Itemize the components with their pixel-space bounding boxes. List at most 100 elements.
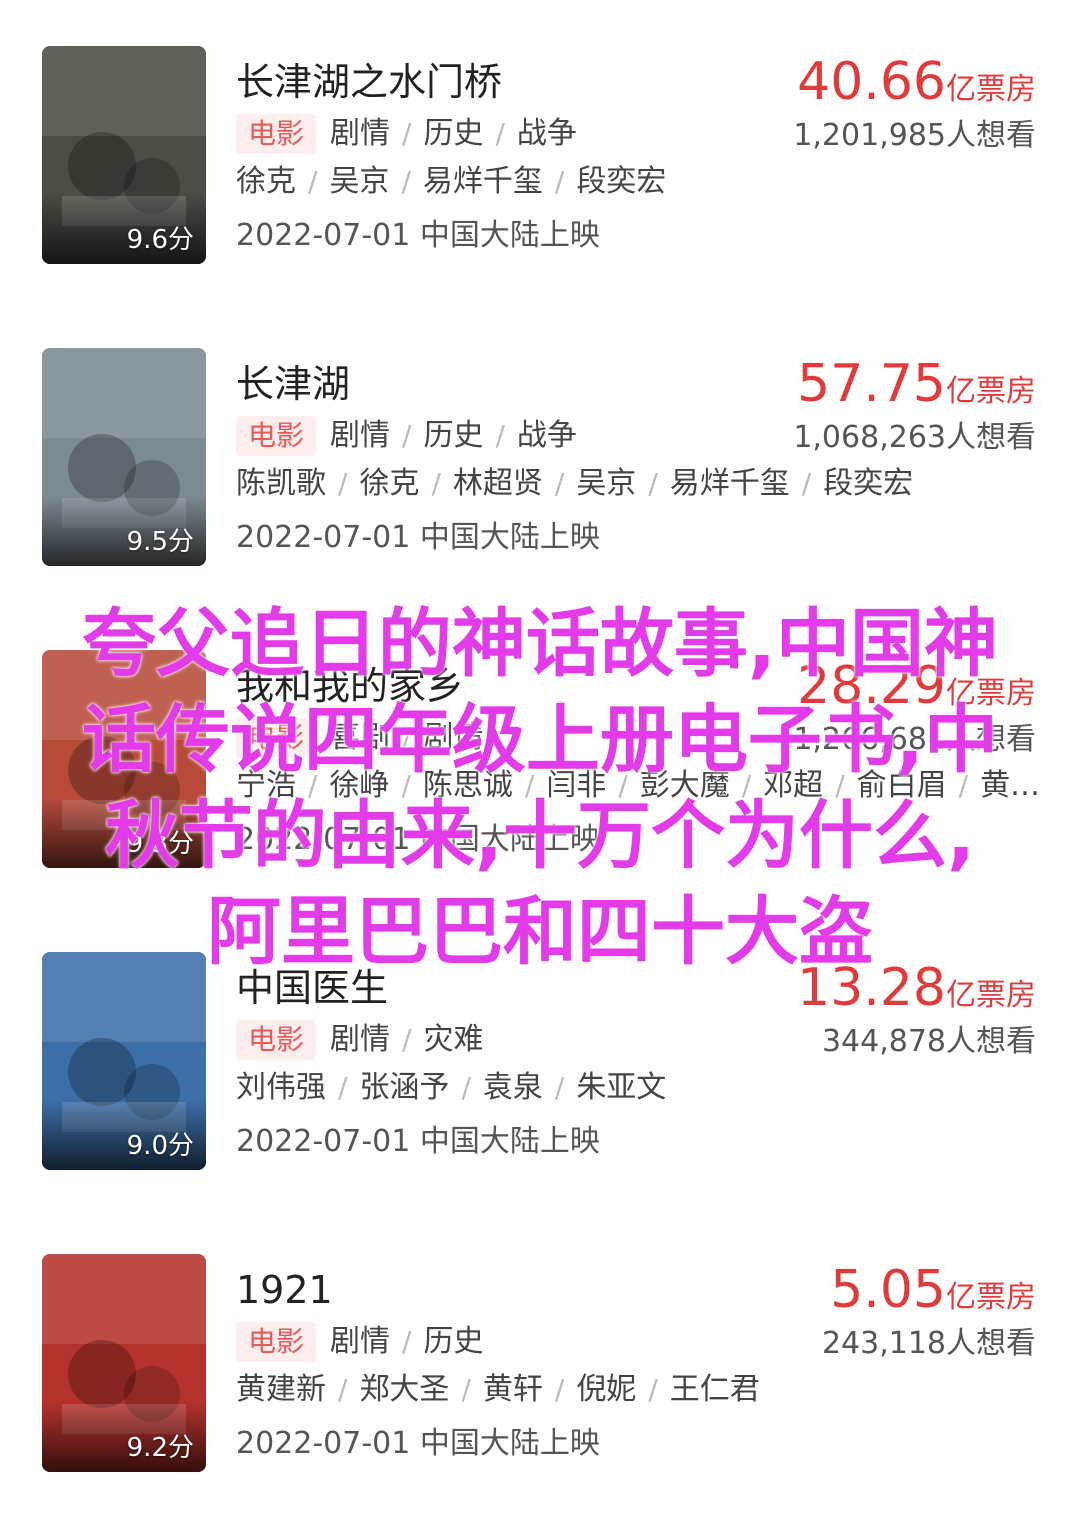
cast-name: 易烊千玺 <box>422 164 543 199</box>
release-date: 2022-07-01 中国大陆上映 <box>236 1426 600 1461</box>
cast-name: 俞白眉 <box>856 768 947 803</box>
cast-name: 王仁君 <box>669 1372 760 1407</box>
cast-name: 易烊千玺 <box>669 466 790 501</box>
movie-info: 长津湖之水门桥 电影 剧情 / 历史 / 战争 徐克 / 吴京 / 易烊千玺 / 段奕宏 2022-… <box>236 46 1036 264</box>
rating-score: 9.5分 <box>126 527 194 557</box>
box-office-unit: 亿票房 <box>946 978 1036 1013</box>
movie-item[interactable]: 9.5分 长津湖 电影 剧情 / 历史 / 战争 陈凯歌 / 徐克 / 林超贤 / 吴京 / 易烊千玺 /… <box>0 348 1080 588</box>
genre-label: 剧情 <box>330 418 391 453</box>
movie-title[interactable]: 中国医生 <box>236 962 388 1014</box>
movie-item[interactable]: 9.2分 1921 电影 剧情 / 历史 黄建新 / 郑大圣 / 黄轩 / 倪妮 / 王仁君 202… <box>0 1254 1080 1494</box>
cast-name: 刘伟强 <box>236 1070 326 1105</box>
cast-row: 黄建新 / 郑大圣 / 黄轩 / 倪妮 / 王仁君 <box>236 1370 760 1410</box>
separator: / <box>338 467 348 500</box>
box-office-unit: 亿票房 <box>946 1280 1036 1315</box>
genre-row: 电影 剧情 / 历史 <box>236 1322 483 1362</box>
movie-info: 我和我的家乡 电影 喜剧 / 剧情 宁浩 / 徐峥 / 陈思诚 / 闫非 / 彭大魔 / 邓超 / 俞白眉 /… <box>236 650 1040 868</box>
separator: / <box>308 165 318 198</box>
separator: / <box>554 165 565 198</box>
cast-row: 陈凯歌 / 徐克 / 林超贤 / 吴京 / 易烊千玺 / 段奕宏 <box>236 464 913 504</box>
movie-info: 中国医生 电影 剧情 / 灾难 刘伟强 / 张涵予 / 袁泉 / 朱亚文 2022-07-01 … <box>236 952 1036 1170</box>
cast-name: 徐克 <box>236 164 296 199</box>
separator: / <box>308 769 318 802</box>
cast-name: 林超贤 <box>452 466 543 501</box>
cast-name: 黄建新 <box>236 1372 326 1407</box>
box-office: 13.28亿票房 <box>797 956 1036 1020</box>
want-to-see-count: 1,201,985人想看 <box>793 118 1036 153</box>
separator: / <box>648 1373 658 1406</box>
movie-title[interactable]: 长津湖之水门桥 <box>236 56 502 108</box>
cast-name: 吴京 <box>329 164 390 199</box>
genre-label: 战争 <box>516 418 577 453</box>
cast-name: 宁浩 <box>236 768 296 803</box>
rating-score: 9.2分 <box>126 1433 194 1463</box>
movie-info: 长津湖 电影 剧情 / 历史 / 战争 陈凯歌 / 徐克 / 林超贤 / 吴京 / 易烊千玺 / 段奕宏 2… <box>236 348 1036 566</box>
box-office-value: 40.66 <box>797 52 946 112</box>
box-office-value: 13.28 <box>797 958 946 1018</box>
separator: / <box>495 419 505 452</box>
cast-name: 彭大魔 <box>639 768 730 803</box>
box-office-value: 57.75 <box>797 354 946 414</box>
movie-poster[interactable]: 9.2分 <box>42 1254 206 1472</box>
movie-item[interactable]: 9.3分 我和我的家乡 电影 喜剧 / 剧情 宁浩 / 徐峥 / 陈思诚 / 闫非 / 彭大魔 / 邓超… <box>0 650 1080 890</box>
want-to-see-count: 1,266,681人想看 <box>793 722 1036 757</box>
movie-title[interactable]: 长津湖 <box>236 358 350 410</box>
category-tag: 电影 <box>236 718 317 758</box>
category-tag: 电影 <box>236 1020 317 1060</box>
genre-label: 剧情 <box>330 116 391 151</box>
box-office: 28.29亿票房 <box>797 654 1036 718</box>
category-tag: 电影 <box>236 114 317 154</box>
cast-name: 段奕宏 <box>576 164 667 199</box>
genre-row: 电影 剧情 / 灾难 <box>236 1020 483 1060</box>
cast-name: 陈凯歌 <box>236 466 326 501</box>
separator: / <box>741 769 752 802</box>
rating-score: 9.6分 <box>126 225 194 255</box>
separator: / <box>338 1373 348 1406</box>
movie-poster[interactable]: 9.6分 <box>42 46 206 264</box>
cast-name: 黄… <box>980 768 1041 803</box>
separator: / <box>801 467 812 500</box>
category-tag: 电影 <box>236 1322 317 1362</box>
separator: / <box>648 467 658 500</box>
movie-title[interactable]: 1921 <box>236 1264 333 1316</box>
box-office-value: 28.29 <box>797 656 946 716</box>
movie-item[interactable]: 9.0分 中国医生 电影 剧情 / 灾难 刘伟强 / 张涵予 / 袁泉 / 朱亚文 2022-0… <box>0 952 1080 1192</box>
box-office: 57.75亿票房 <box>797 352 1036 416</box>
cast-row: 宁浩 / 徐峥 / 陈思诚 / 闫非 / 彭大魔 / 邓超 / 俞白眉 / 黄… <box>236 766 1040 806</box>
genre-row: 电影 喜剧 / 剧情 <box>236 718 483 758</box>
cast-name: 袁泉 <box>482 1070 543 1105</box>
movie-poster[interactable]: 9.0分 <box>42 952 206 1170</box>
cast-name: 段奕宏 <box>823 466 914 501</box>
separator: / <box>554 1071 565 1104</box>
movie-poster[interactable]: 9.5分 <box>42 348 206 566</box>
release-date: 2022-07-01 中国大陆上映 <box>236 1124 600 1159</box>
separator: / <box>431 467 441 500</box>
cast-name: 闫非 <box>546 768 607 803</box>
separator: / <box>524 769 535 802</box>
genre-label: 剧情 <box>330 1324 391 1359</box>
separator: / <box>401 165 411 198</box>
genre-label: 剧情 <box>330 1022 391 1057</box>
release-date: 2022-07-01 中国大陆上映 <box>236 822 600 857</box>
rating-score: 9.0分 <box>126 1131 194 1161</box>
cast-name: 郑大圣 <box>359 1372 450 1407</box>
genre-label: 历史 <box>423 1324 484 1359</box>
box-office-unit: 亿票房 <box>946 374 1036 409</box>
genre-label: 战争 <box>516 116 577 151</box>
cast-name: 陈思诚 <box>422 768 513 803</box>
release-date: 2022-07-01 中国大陆上映 <box>236 520 600 555</box>
movie-title[interactable]: 我和我的家乡 <box>236 660 464 712</box>
box-office-unit: 亿票房 <box>946 676 1036 711</box>
separator: / <box>958 769 969 802</box>
box-office: 40.66亿票房 <box>797 50 1036 114</box>
genre-row: 电影 剧情 / 历史 / 战争 <box>236 416 577 456</box>
genre-label: 喜剧 <box>330 720 391 755</box>
rating-score: 9.3分 <box>126 829 194 859</box>
want-to-see-count: 1,068,263人想看 <box>793 420 1036 455</box>
movie-poster[interactable]: 9.3分 <box>42 650 206 868</box>
separator: / <box>461 1071 471 1104</box>
separator: / <box>402 1023 412 1056</box>
movie-item[interactable]: 9.6分 长津湖之水门桥 电影 剧情 / 历史 / 战争 徐克 / 吴京 / 易烊千玺 / 段奕宏 … <box>0 46 1080 286</box>
cast-name: 朱亚文 <box>576 1070 667 1105</box>
box-office: 5.05亿票房 <box>830 1258 1036 1322</box>
